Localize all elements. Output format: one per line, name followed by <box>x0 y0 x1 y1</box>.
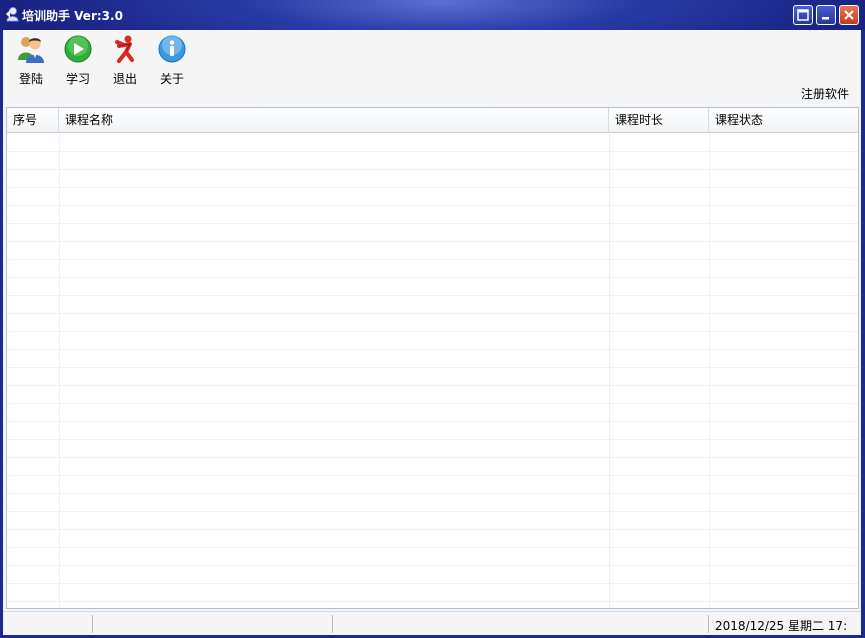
about-label: 关于 <box>159 72 184 86</box>
minimize-icon <box>822 17 829 20</box>
table-row[interactable] <box>7 314 858 332</box>
info-icon <box>157 34 187 64</box>
table-row[interactable] <box>7 530 858 548</box>
table-row[interactable] <box>7 566 858 584</box>
maximize-icon <box>797 9 809 21</box>
status-divider <box>708 615 709 633</box>
column-header-course-name[interactable]: 课程名称 <box>59 108 609 133</box>
table-row[interactable] <box>7 224 858 242</box>
title-bar[interactable]: 培训助手 Ver:3.0 <box>0 0 865 30</box>
table-row[interactable] <box>7 350 858 368</box>
column-header-status[interactable]: 课程状态 <box>709 108 858 133</box>
table-row[interactable] <box>7 170 858 188</box>
table-row[interactable] <box>7 548 858 566</box>
table-row[interactable] <box>7 458 858 476</box>
study-button[interactable]: 学习 <box>56 32 100 90</box>
close-button[interactable] <box>839 5 859 25</box>
table-body <box>7 134 858 608</box>
play-icon <box>63 34 93 64</box>
table-row[interactable] <box>7 368 858 386</box>
table-row[interactable] <box>7 152 858 170</box>
table-row[interactable] <box>7 206 858 224</box>
status-bar: 2018/12/25 星期二 17:2 <box>3 611 861 635</box>
status-divider <box>92 615 93 633</box>
close-icon <box>844 10 854 20</box>
table-row[interactable] <box>7 440 858 458</box>
window-title: 培训助手 Ver:3.0 <box>22 9 123 23</box>
table-row[interactable] <box>7 188 858 206</box>
table-header: 序号 课程名称 课程时长 课程状态 <box>7 108 858 133</box>
table-row[interactable] <box>7 278 858 296</box>
login-label: 登陆 <box>18 72 43 86</box>
app-window: 培训助手 Ver:3.0 登陆 学习 退出 关于 注册软件 序号 课程名称 课程… <box>0 0 865 638</box>
about-button[interactable]: 关于 <box>150 32 194 90</box>
exit-label: 退出 <box>112 72 137 86</box>
exit-button[interactable]: 退出 <box>103 32 147 90</box>
column-header-index[interactable]: 序号 <box>7 108 59 133</box>
minimize-button[interactable] <box>816 5 836 25</box>
column-divider <box>709 134 710 608</box>
table-row[interactable] <box>7 260 858 278</box>
table-row[interactable] <box>7 404 858 422</box>
table-row[interactable] <box>7 584 858 602</box>
table-row[interactable] <box>7 386 858 404</box>
study-label: 学习 <box>65 72 90 86</box>
toolbar: 登陆 学习 退出 关于 注册软件 <box>3 30 861 106</box>
exit-icon <box>110 34 140 64</box>
table-row[interactable] <box>7 494 858 512</box>
login-button[interactable]: 登陆 <box>9 32 53 90</box>
column-divider <box>609 134 610 608</box>
table-row[interactable] <box>7 242 858 260</box>
table-row[interactable] <box>7 476 858 494</box>
column-divider <box>59 134 60 608</box>
table-row[interactable] <box>7 422 858 440</box>
table-row[interactable] <box>7 332 858 350</box>
course-table[interactable]: 序号 课程名称 课程时长 课程状态 <box>6 107 859 609</box>
status-datetime: 2018/12/25 星期二 17:2 <box>715 619 847 633</box>
table-row[interactable] <box>7 296 858 314</box>
users-icon <box>16 34 46 64</box>
column-header-duration[interactable]: 课程时长 <box>609 108 709 133</box>
table-row[interactable] <box>7 512 858 530</box>
app-icon <box>4 6 20 22</box>
maximize-button[interactable] <box>793 5 813 25</box>
status-divider <box>332 615 333 633</box>
table-row[interactable] <box>7 134 858 152</box>
client-area: 登陆 学习 退出 关于 注册软件 序号 课程名称 课程时长 课程状态 2018/… <box>3 30 861 635</box>
register-software-link[interactable]: 注册软件 <box>801 88 849 100</box>
